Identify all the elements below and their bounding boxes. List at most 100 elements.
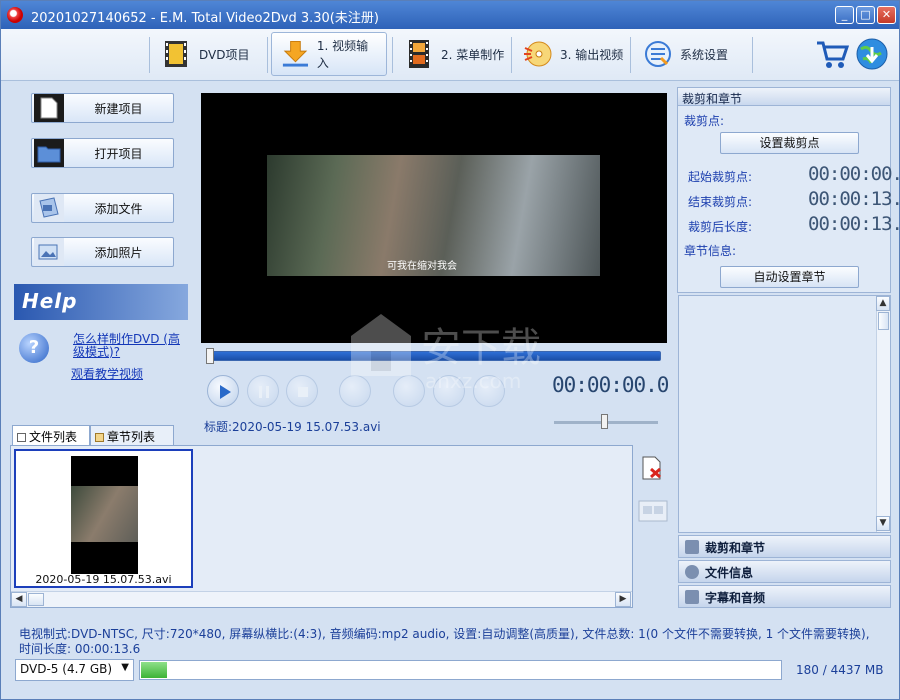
filmstrip-icon bbox=[409, 40, 429, 68]
cut-length-label: 裁剪后长度: bbox=[688, 220, 753, 234]
pause-button[interactable] bbox=[247, 375, 279, 407]
volume-thumb[interactable] bbox=[601, 414, 608, 429]
remove-file-icon[interactable] bbox=[639, 455, 665, 481]
chapter-list-box: ▲ ▼ bbox=[678, 295, 891, 533]
tab-video-input[interactable]: 1. 视频输入 bbox=[271, 32, 387, 76]
accordion-subtitle-audio[interactable]: 字幕和音频 bbox=[678, 585, 891, 608]
status-line-1: 电视制式:DVD-NTSC, 尺寸:720*480, 屏幕纵横比:(4:3), … bbox=[19, 627, 870, 641]
toolbar-divider bbox=[630, 37, 631, 73]
tab-label: 系统设置 bbox=[680, 47, 729, 62]
set-cut-point-button[interactable]: 设置裁剪点 bbox=[720, 132, 859, 154]
help-banner: Help bbox=[14, 284, 188, 320]
accordion-label: 裁剪和章节 bbox=[705, 541, 766, 555]
end-cut-value: 00:00:13.6 bbox=[808, 188, 900, 210]
tab-chapter-list[interactable]: 章节列表 bbox=[90, 425, 174, 445]
end-cut-label: 结束裁剪点: bbox=[688, 195, 753, 209]
file-thumbnail-item[interactable]: 2020-05-19 15.07.53.avi bbox=[14, 449, 193, 588]
new-document-icon bbox=[34, 94, 64, 122]
file-list-panel: 2020-05-19 15.07.53.avi ◀ ▶ bbox=[10, 445, 633, 608]
window-title: 20201027140652 - E.M. Total Video2Dvd 3.… bbox=[31, 11, 379, 26]
toolbar-divider bbox=[392, 37, 393, 73]
play-icon bbox=[220, 385, 231, 399]
tab-file-list[interactable]: 文件列表 bbox=[12, 425, 90, 445]
film-icon bbox=[165, 41, 187, 67]
stop-button[interactable] bbox=[286, 375, 318, 407]
toolbar-divider bbox=[752, 37, 753, 73]
main-toolbar: DVD项目 1. 视频输入 2. 菜单制作 3. 输出视频 系统设置 bbox=[1, 29, 899, 81]
file-list-hscroll[interactable]: ◀ ▶ bbox=[11, 591, 632, 607]
cut-length-value: 00:00:13.6 bbox=[808, 213, 900, 235]
disc-usage-fill bbox=[141, 662, 167, 678]
button-label: 新建项目 bbox=[94, 101, 143, 116]
info-icon bbox=[685, 565, 699, 579]
button-label: 打开项目 bbox=[94, 146, 143, 161]
svg-text:anxz.com: anxz.com bbox=[425, 369, 521, 393]
chapter-vscroll[interactable]: ▲ ▼ bbox=[876, 296, 890, 532]
help-link-tutorial-video[interactable]: 观看教学视频 bbox=[71, 365, 143, 382]
disc-capacity-text: 180 / 4437 MB bbox=[796, 663, 884, 677]
close-button[interactable]: ✕ bbox=[877, 6, 896, 24]
tab-label: 2. 菜单制作 bbox=[441, 47, 505, 62]
video-title-label: 标题:2020-05-19 15.07.53.avi bbox=[204, 420, 381, 434]
toolbar-divider bbox=[511, 37, 512, 73]
help-question-icon: ? bbox=[19, 333, 49, 363]
add-photo-icon bbox=[34, 238, 64, 266]
scroll-left-button[interactable]: ◀ bbox=[11, 592, 27, 607]
update-globe-icon[interactable] bbox=[855, 37, 889, 71]
new-project-button[interactable]: 新建项目 bbox=[31, 93, 174, 123]
shopping-cart-icon[interactable] bbox=[815, 39, 849, 71]
chapter-info-label: 章节信息: bbox=[684, 244, 737, 258]
scissors-icon bbox=[685, 540, 699, 554]
video-frame: 可我在缩对我会 bbox=[267, 155, 600, 276]
scroll-thumb[interactable] bbox=[878, 312, 889, 330]
tab-menu-creation[interactable]: 2. 菜单制作 bbox=[395, 32, 512, 76]
pause-icon bbox=[259, 386, 269, 398]
minimize-button[interactable]: _ bbox=[835, 6, 854, 24]
merge-files-icon[interactable] bbox=[638, 498, 668, 524]
button-label: 添加照片 bbox=[94, 245, 143, 260]
toolbar-divider bbox=[149, 37, 150, 73]
accordion-label: 字幕和音频 bbox=[705, 591, 766, 605]
maximize-button[interactable]: □ bbox=[856, 6, 875, 24]
tab-dvd-project[interactable]: DVD项目 bbox=[153, 32, 257, 76]
title-bar: 20201027140652 - E.M. Total Video2Dvd 3.… bbox=[1, 1, 899, 29]
seek-thumb[interactable] bbox=[206, 348, 214, 364]
settings-icon bbox=[645, 41, 671, 67]
tab-label: DVD项目 bbox=[199, 47, 250, 62]
auto-chapter-button[interactable]: 自动设置章节 bbox=[720, 266, 859, 288]
button-label: 添加文件 bbox=[94, 201, 143, 216]
stop-icon bbox=[298, 387, 308, 397]
open-project-button[interactable]: 打开项目 bbox=[31, 138, 174, 168]
tab-output-video[interactable]: 3. 输出视频 bbox=[514, 32, 631, 76]
toolbar-divider bbox=[267, 37, 268, 73]
accordion-cut-chapter[interactable]: 裁剪和章节 bbox=[678, 535, 891, 558]
chevron-down-icon: ▼ bbox=[121, 662, 129, 673]
cut-point-label: 裁剪点: bbox=[684, 114, 725, 128]
player-timecode: 00:00:00.0 bbox=[552, 373, 669, 397]
add-file-icon bbox=[34, 194, 64, 222]
help-link-dvd-advanced[interactable]: 怎么样制作DVD (高级模式)? bbox=[73, 333, 185, 359]
add-file-button[interactable]: 添加文件 bbox=[31, 193, 174, 223]
subtitle-icon bbox=[685, 590, 699, 604]
tab-label: 1. 视频输入 bbox=[316, 39, 369, 70]
disc-type-select[interactable]: DVD-5 (4.7 GB) ▼ bbox=[15, 659, 134, 681]
chapter-icon bbox=[95, 433, 104, 442]
scroll-down-button[interactable]: ▼ bbox=[876, 516, 890, 531]
disc-type-value: DVD-5 (4.7 GB) bbox=[20, 662, 113, 676]
tab-system-settings[interactable]: 系统设置 bbox=[634, 32, 736, 76]
add-photo-button[interactable]: 添加照片 bbox=[31, 237, 174, 267]
scroll-right-button[interactable]: ▶ bbox=[615, 592, 631, 607]
accordion-file-info[interactable]: 文件信息 bbox=[678, 560, 891, 583]
file-thumbnail-caption: 2020-05-19 15.07.53.avi bbox=[35, 573, 172, 586]
cut-chapter-panel: 裁剪和章节 裁剪点: 设置裁剪点 起始裁剪点: 00:00:00.0 结束裁剪点… bbox=[677, 87, 900, 293]
disc-icon bbox=[524, 41, 552, 67]
play-button[interactable] bbox=[207, 375, 239, 407]
tab-file-list-label: 文件列表 bbox=[29, 430, 78, 444]
video-subtitle: 可我在缩对我会 bbox=[387, 261, 457, 272]
scroll-up-button[interactable]: ▲ bbox=[876, 296, 890, 311]
scroll-thumb[interactable] bbox=[28, 593, 44, 606]
accordion-label: 文件信息 bbox=[705, 566, 754, 580]
watermark-logo: 安下载 anxz.com bbox=[351, 314, 541, 393]
svg-text:安下载: 安下载 bbox=[421, 325, 541, 371]
folder-icon bbox=[34, 139, 64, 167]
